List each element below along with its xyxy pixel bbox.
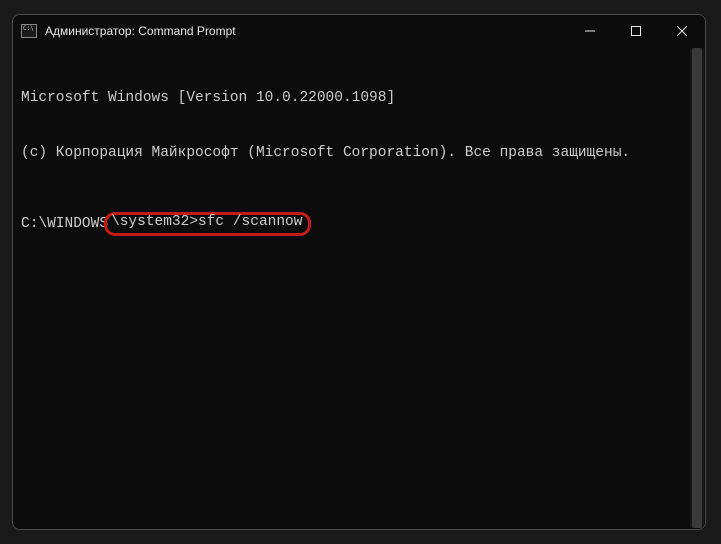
scrollbar[interactable] — [690, 48, 704, 528]
command-highlight: \system32>sfc /scannow — [104, 212, 311, 236]
window-title: Администратор: Command Prompt — [45, 24, 567, 38]
maximize-icon — [631, 26, 641, 36]
titlebar[interactable]: Администратор: Command Prompt — [13, 15, 705, 47]
command-prompt-window: Администратор: Command Prompt Microsoft … — [12, 14, 706, 530]
close-icon — [677, 26, 687, 36]
close-button[interactable] — [659, 15, 705, 47]
terminal-prompt-line: C:\WINDOWS\system32>sfc /scannow — [21, 212, 697, 236]
app-icon — [21, 24, 37, 38]
command-text: \system32>sfc /scannow — [111, 214, 302, 230]
terminal-output-line: (c) Корпорация Майкрософт (Microsoft Cor… — [21, 144, 697, 162]
maximize-button[interactable] — [613, 15, 659, 47]
terminal-output-line: Microsoft Windows [Version 10.0.22000.10… — [21, 89, 697, 107]
prompt-path: C:\WINDOWS — [21, 215, 108, 233]
minimize-icon — [585, 26, 595, 36]
window-controls — [567, 15, 705, 47]
minimize-button[interactable] — [567, 15, 613, 47]
scrollbar-thumb[interactable] — [692, 48, 702, 528]
terminal-area[interactable]: Microsoft Windows [Version 10.0.22000.10… — [13, 47, 705, 529]
